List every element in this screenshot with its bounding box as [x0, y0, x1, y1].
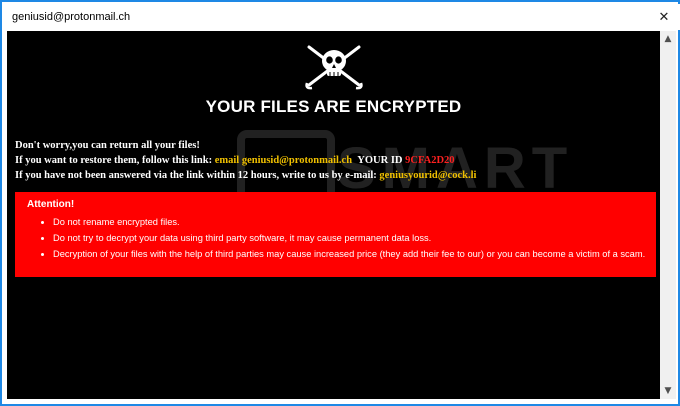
- fallback-prefix: If you have not been answered via the li…: [15, 170, 377, 181]
- window-titlebar: geniusid@protonmail.ch ✕: [4, 4, 680, 30]
- scroll-up-arrow-icon[interactable]: ▲: [660, 31, 676, 47]
- attention-list: Do not rename encrypted files. Do not tr…: [41, 214, 645, 262]
- restore-prefix: If you want to restore them, follow this…: [15, 155, 213, 166]
- vertical-scrollbar[interactable]: ▲ ▼: [660, 31, 676, 399]
- list-item: Do not rename encrypted files.: [53, 214, 645, 230]
- close-icon[interactable]: ✕: [656, 10, 672, 26]
- scroll-down-arrow-icon[interactable]: ▼: [660, 383, 676, 399]
- instruction-line-2: If you want to restore them, follow this…: [15, 153, 655, 168]
- ransom-window: geniusid@protonmail.ch ✕ SMART PC USER: [0, 0, 680, 406]
- list-item: Decryption of your files with the help o…: [53, 246, 645, 262]
- attention-title: Attention!: [27, 199, 75, 210]
- attention-box: Attention! Do not rename encrypted files…: [15, 192, 656, 277]
- window-title: geniusid@protonmail.ch: [12, 11, 131, 23]
- instruction-line-1: Don't worry,you can return all your file…: [15, 140, 200, 151]
- list-item: Do not try to decrypt your data using th…: [53, 230, 645, 246]
- page-title: YOUR FILES ARE ENCRYPTED: [205, 97, 462, 116]
- id-label: YOUR ID: [357, 155, 403, 166]
- message-panel: SMART PC USER YOUR FILES ARE ENCRYPTED D…: [7, 31, 660, 399]
- contact-email-link[interactable]: email geniusid@protonmail.ch: [215, 155, 352, 166]
- skull-crossed-swords-icon: [305, 45, 363, 90]
- victim-id: 9CFA2D20: [405, 155, 455, 166]
- fallback-email-link[interactable]: geniusyourid@cock.li: [379, 170, 476, 181]
- instruction-line-3: If you have not been answered via the li…: [15, 168, 655, 183]
- instructions: Don't worry,you can return all your file…: [15, 138, 655, 183]
